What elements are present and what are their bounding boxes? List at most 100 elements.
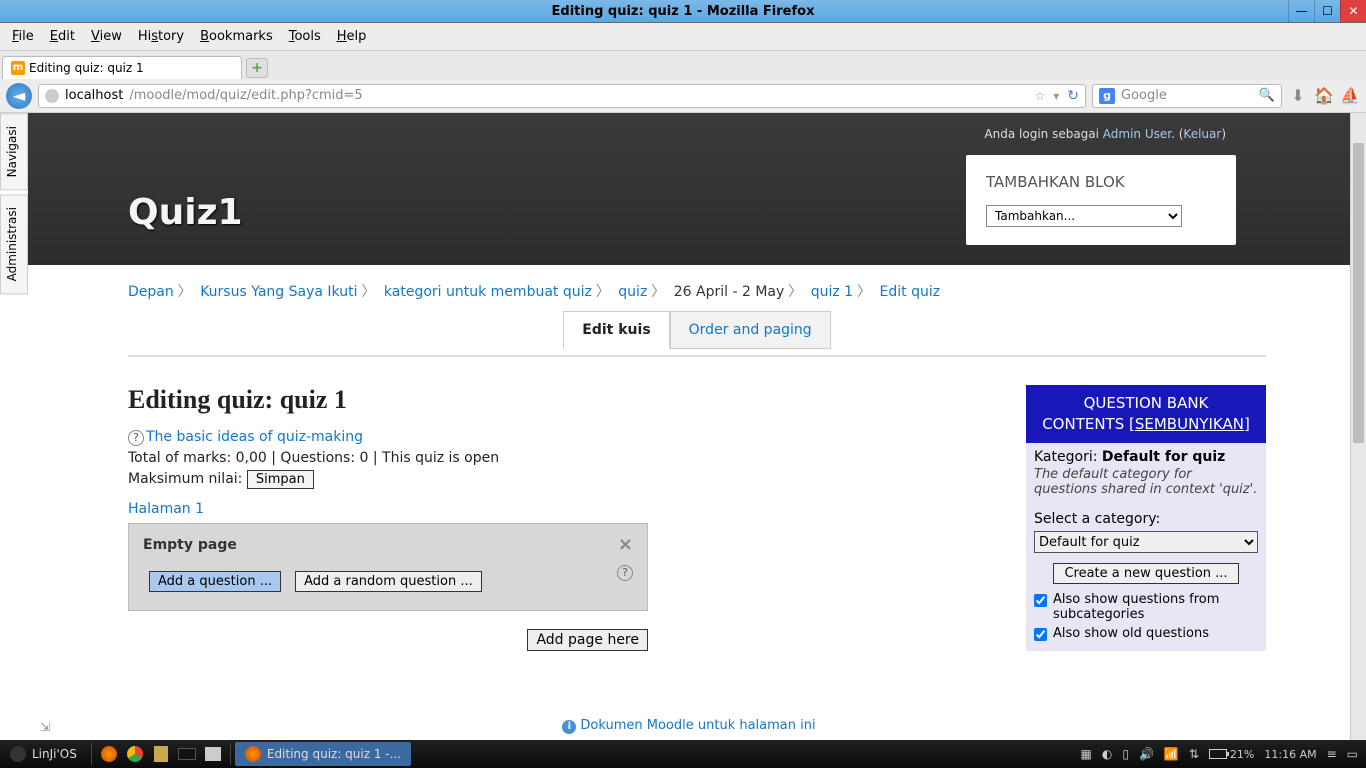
add-random-question-button[interactable]: Add a random question ... xyxy=(295,571,482,592)
tray-notification-icon[interactable]: ◐ xyxy=(1102,747,1112,761)
search-box[interactable]: g Google 🔍 xyxy=(1092,84,1282,108)
taskbar-chrome-icon[interactable] xyxy=(122,742,148,766)
addon-icon[interactable]: ⛵ xyxy=(1340,86,1360,106)
search-placeholder: Google xyxy=(1121,88,1167,103)
qbank-category-desc: The default category for questions share… xyxy=(1034,467,1258,497)
menu-help[interactable]: Help xyxy=(331,27,373,46)
crumb-edit-quiz[interactable]: Edit quiz xyxy=(880,284,941,300)
scrollbar-thumb[interactable] xyxy=(1353,143,1364,443)
logout-link[interactable]: Keluar xyxy=(1183,127,1221,141)
url-input[interactable]: localhost/moodle/mod/quiz/edit.php?cmid=… xyxy=(38,84,1086,108)
menu-tools[interactable]: Tools xyxy=(283,27,327,46)
tray-clock[interactable]: 11:16 AM xyxy=(1264,748,1316,761)
empty-page-label: Empty page xyxy=(143,537,237,553)
page-1-label[interactable]: Halaman 1 xyxy=(128,501,648,517)
add-block-select[interactable]: Tambahkan... xyxy=(986,205,1182,227)
checkbox-subcategories[interactable]: Also show questions from subcategories xyxy=(1034,592,1258,622)
moodle-favicon-icon: m xyxy=(11,61,25,75)
add-question-button[interactable]: Add a question ... xyxy=(149,571,281,592)
menu-history[interactable]: History xyxy=(132,27,190,46)
crumb-quiz[interactable]: quiz xyxy=(618,284,647,300)
help-icon[interactable]: ? xyxy=(128,430,144,446)
editing-heading: Editing quiz: quiz 1 xyxy=(128,385,648,415)
create-question-button[interactable]: Create a new question ... xyxy=(1053,563,1238,584)
vertical-scrollbar[interactable] xyxy=(1350,113,1366,740)
crumb-kursus[interactable]: Kursus Yang Saya Ikuti xyxy=(200,284,357,300)
menu-view[interactable]: View xyxy=(85,27,128,46)
moodle-page: Anda login sebagai Admin User. (Keluar) … xyxy=(28,113,1366,740)
taskbar-active-window[interactable]: Editing quiz: quiz 1 -... xyxy=(235,742,411,766)
browser-tab-active[interactable]: m Editing quiz: quiz 1 xyxy=(2,56,242,79)
navigation-toolbar: ◄ localhost/moodle/mod/quiz/edit.php?cmi… xyxy=(0,79,1366,113)
menu-file[interactable]: File xyxy=(6,27,40,46)
window-title: Editing quiz: quiz 1 - Mozilla Firefox xyxy=(552,4,815,19)
dock-panel: Navigasi Administrasi xyxy=(0,113,28,299)
tray-volume-icon[interactable]: 🔊 xyxy=(1139,747,1154,761)
url-path: /moodle/mod/quiz/edit.php?cmid=5 xyxy=(129,88,362,103)
url-host: localhost xyxy=(65,88,123,103)
checkbox-old-questions[interactable]: Also show old questions xyxy=(1034,626,1258,641)
close-button[interactable]: ✕ xyxy=(1340,0,1366,22)
taskbar-shield-icon[interactable] xyxy=(148,742,174,766)
moodle-docs-link[interactable]: Dokumen Moodle untuk halaman ini xyxy=(580,718,815,733)
dock-administrasi[interactable]: Administrasi xyxy=(0,194,28,294)
linux-icon xyxy=(10,746,26,762)
menu-bookmarks[interactable]: Bookmarks xyxy=(194,27,279,46)
tray-battery[interactable]: 21% xyxy=(1209,748,1254,761)
menu-edit[interactable]: Edit xyxy=(44,27,81,46)
maximize-button[interactable]: ☐ xyxy=(1314,0,1340,22)
tab-order-paging[interactable]: Order and paging xyxy=(670,311,831,349)
taskbar-firefox-icon[interactable] xyxy=(96,742,122,766)
breadcrumb: Depan〉 Kursus Yang Saya Ikuti〉 kategori … xyxy=(28,265,1366,311)
tray-showdesktop-icon[interactable]: ▭ xyxy=(1347,747,1358,761)
qbank-title-line1: QUESTION BANK xyxy=(1084,394,1209,412)
google-icon: g xyxy=(1099,88,1115,104)
select-category-label: Select a category: xyxy=(1034,511,1258,527)
page-viewport: Navigasi Administrasi Anda login sebagai… xyxy=(0,113,1366,740)
tray-network-icon[interactable]: ⇅ xyxy=(1189,747,1199,761)
dock-navigasi[interactable]: Navigasi xyxy=(0,113,28,190)
new-tab-button[interactable]: + xyxy=(246,58,268,78)
crumb-depan[interactable]: Depan xyxy=(128,284,174,300)
add-block-panel: TAMBAHKAN BLOK Tambahkan... xyxy=(966,155,1236,245)
help-link[interactable]: The basic ideas of quiz-making xyxy=(146,429,363,445)
tab-edit-kuis[interactable]: Edit kuis xyxy=(563,311,669,349)
globe-icon xyxy=(45,89,59,103)
add-page-here-button[interactable]: Add page here xyxy=(527,629,648,651)
tray-app-icon[interactable]: ▦ xyxy=(1081,747,1092,761)
crumb-quiz1[interactable]: quiz 1 xyxy=(811,284,853,300)
crumb-kategori[interactable]: kategori untuk membuat quiz xyxy=(384,284,592,300)
info-icon: i xyxy=(562,720,576,734)
start-menu-button[interactable]: LinJi'OS xyxy=(0,746,87,762)
home-icon[interactable]: 🏠 xyxy=(1314,86,1334,106)
login-prefix: Anda login sebagai xyxy=(984,127,1102,141)
tab-strip: m Editing quiz: quiz 1 + xyxy=(0,51,1366,79)
category-select[interactable]: Default for quiz xyxy=(1034,531,1258,553)
reload-icon[interactable]: ↻ xyxy=(1067,88,1079,104)
minimize-button[interactable]: — xyxy=(1288,0,1314,22)
simpan-button[interactable]: Simpan xyxy=(247,470,314,489)
taskbar-files-icon[interactable] xyxy=(200,742,226,766)
hide-link[interactable]: SEMBUNYIKAN xyxy=(1135,415,1244,433)
back-button[interactable]: ◄ xyxy=(6,83,32,109)
downloads-icon[interactable]: ⬇ xyxy=(1288,86,1308,106)
tray-user-icon[interactable]: ▯ xyxy=(1122,747,1129,761)
help-icon[interactable]: ? xyxy=(617,565,635,581)
taskbar-terminal-icon[interactable] xyxy=(174,742,200,766)
close-icon[interactable]: × xyxy=(618,534,633,555)
tray-menu-icon[interactable]: ≡ xyxy=(1327,747,1337,761)
page-header: Anda login sebagai Admin User. (Keluar) … xyxy=(28,113,1366,265)
checkbox-old-questions-input[interactable] xyxy=(1034,628,1047,641)
question-bank-column: QUESTION BANK CONTENTS [SEMBUNYIKAN] Kat… xyxy=(1026,385,1266,651)
tray-wifi-icon[interactable]: 📶 xyxy=(1164,747,1179,761)
qbank-category-name: Default for quiz xyxy=(1102,449,1225,465)
dropdown-icon[interactable]: ▾ xyxy=(1053,89,1059,103)
max-grade-row: Maksimum nilai: Simpan xyxy=(128,470,648,489)
user-link[interactable]: Admin User xyxy=(1103,127,1171,141)
window-titlebar: Editing quiz: quiz 1 - Mozilla Firefox —… xyxy=(0,0,1366,23)
search-icon[interactable]: 🔍 xyxy=(1259,88,1275,103)
bookmark-star-icon[interactable]: ☆ xyxy=(1034,89,1045,103)
checkbox-subcategories-input[interactable] xyxy=(1034,594,1047,607)
tabs-row: Edit kuis Order and paging xyxy=(128,311,1266,349)
system-tray: ▦ ◐ ▯ 🔊 📶 ⇅ 21% 11:16 AM ≡ ▭ xyxy=(1073,747,1366,761)
